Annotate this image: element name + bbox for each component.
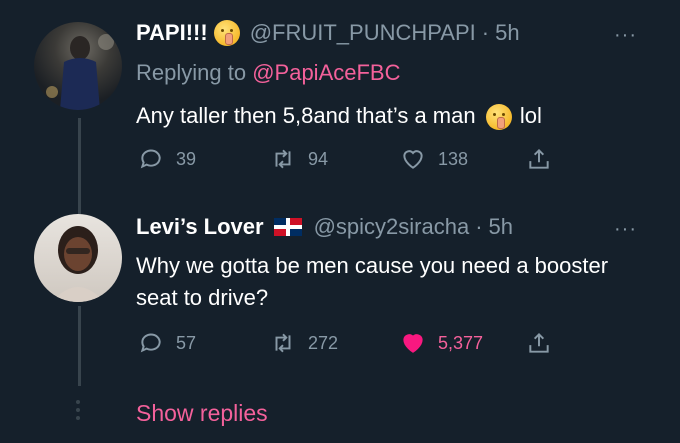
like-count: 5,377	[438, 332, 484, 353]
share-icon	[529, 332, 549, 353]
share-button[interactable]	[526, 146, 552, 172]
handle[interactable]: @spicy2siracha	[314, 214, 470, 240]
retweet-count: 272	[308, 332, 339, 353]
tweet-header: PAPI!!! @FRUIT_PUNCHPAPI · 5h	[136, 20, 520, 46]
retweet-icon	[275, 149, 291, 169]
reply-icon	[140, 149, 161, 169]
dominican-flag-emoji	[273, 218, 302, 236]
like-count: 138	[438, 148, 469, 169]
like-button[interactable]: 138	[400, 146, 468, 172]
timestamp[interactable]: 5h	[495, 20, 519, 46]
avatar[interactable]	[34, 214, 122, 302]
like-button[interactable]: 5,377	[400, 330, 483, 356]
more-icon[interactable]: ···	[614, 219, 637, 239]
retweet-button[interactable]: 272	[270, 330, 338, 356]
share-button[interactable]	[526, 330, 552, 356]
separator-dot: ·	[481, 20, 490, 45]
retweet-icon	[275, 333, 291, 353]
retweet-button[interactable]: 94	[270, 146, 328, 172]
shushing-face-emoji	[485, 104, 512, 131]
more-replies-indicator	[75, 400, 81, 424]
shushing-face-emoji	[213, 20, 240, 46]
replying-prefix: Replying to	[136, 60, 247, 85]
heart-icon	[403, 334, 423, 353]
reply-count: 39	[176, 148, 197, 169]
reply-button[interactable]: 39	[138, 146, 196, 172]
heart-icon	[403, 150, 423, 169]
tweet-header: Levi’s Lover @spicy2siracha · 5h	[136, 214, 513, 240]
reply-count: 57	[176, 332, 197, 353]
mention-link[interactable]: @PapiAceFBC	[252, 60, 400, 85]
show-replies-link[interactable]: Show replies	[136, 400, 268, 427]
separator-dot: ·	[475, 214, 483, 239]
thread-line	[78, 306, 81, 386]
avatar[interactable]	[34, 22, 122, 110]
replying-to: Replying to @PapiAceFBC	[136, 60, 400, 86]
tweet-text: Why we gotta be men cause you need a boo…	[136, 253, 609, 310]
more-icon[interactable]: ···	[614, 25, 637, 45]
reply-icon	[140, 333, 161, 353]
handle[interactable]: @FRUIT_PUNCHPAPI	[250, 20, 476, 46]
tweet-text-main: Any taller then 5,8and that’s a man	[136, 103, 476, 128]
display-name[interactable]: Levi’s Lover	[136, 214, 264, 240]
timestamp[interactable]: 5h	[489, 214, 513, 240]
thread-line	[78, 118, 81, 218]
tweet-text-suffix: lol	[519, 103, 542, 128]
share-icon	[529, 148, 549, 169]
display-name[interactable]: PAPI!!!	[136, 20, 208, 46]
retweet-count: 94	[308, 148, 329, 169]
tweet-text: Any taller then 5,8and that’s a man lol	[136, 100, 656, 132]
reply-button[interactable]: 57	[138, 330, 196, 356]
